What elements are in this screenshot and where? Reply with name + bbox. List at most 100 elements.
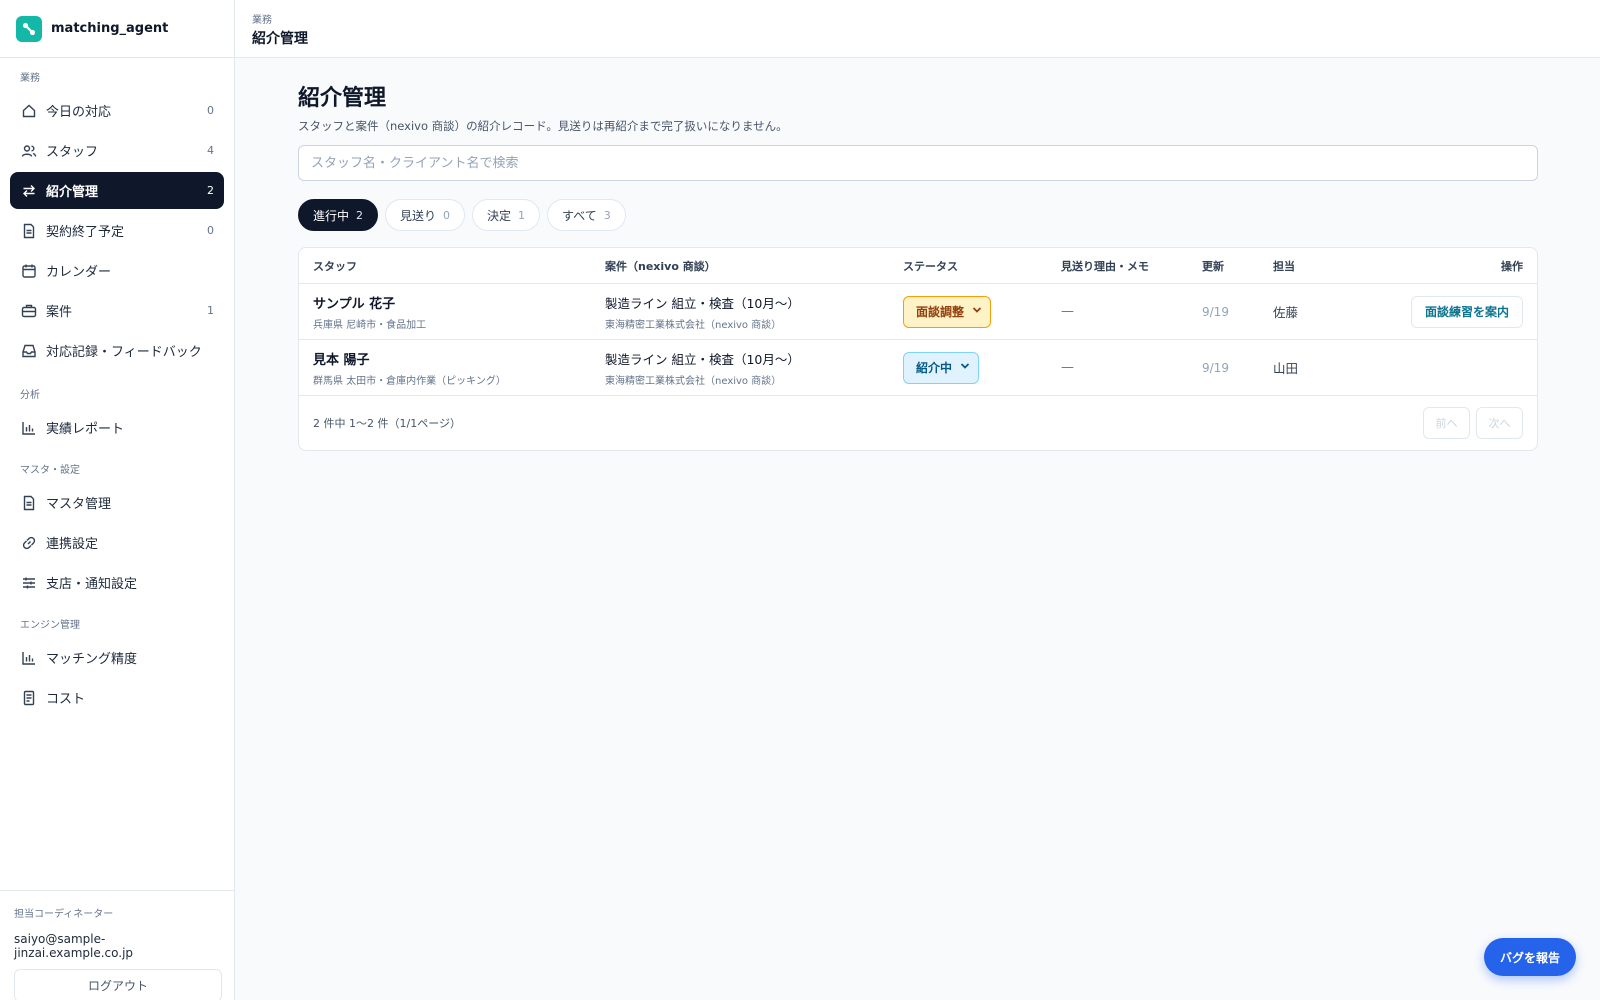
sidebar-item-label: 契約終了予定 [46, 225, 125, 240]
sidebar-item-contract-end[interactable]: 契約終了予定 0 [10, 212, 224, 249]
sidebar-item-cases[interactable]: 案件 1 [10, 292, 224, 329]
main-content: 紹介管理 スタッフと案件（nexivo 商談）の紹介レコード。見送りは再紹介まで… [298, 58, 1538, 451]
column-header-actions: 操作 [1501, 259, 1523, 273]
app-logo-icon [16, 15, 42, 42]
sidebar-item-label: 支店・通知設定 [46, 577, 138, 592]
filter-count: 2 [356, 208, 364, 222]
table-footer: 2 件中 1〜2 件（1/1ページ） 前へ 次へ [299, 396, 1537, 450]
sidebar-item-cost[interactable]: コスト [10, 679, 224, 716]
document-icon [20, 494, 38, 512]
staff-name[interactable]: サンプル 花子 [313, 293, 605, 312]
nav-section-master-settings: マスタ・設定 [20, 465, 80, 476]
sidebar-item-performance-report[interactable]: 実績レポート [10, 409, 224, 446]
sidebar-item-records-feedback[interactable]: 対応記録・フィードバック [10, 332, 224, 369]
page-subtitle: スタッフと案件（nexivo 商談）の紹介レコード。見送りは再紹介まで完了扱いに… [298, 119, 788, 133]
nav-section-operations: 業務 [20, 73, 40, 84]
staff-cell: サンプル 花子 兵庫県 尼崎市・食品加工 [299, 293, 605, 331]
case-client: 東海精密工業株式会社（nexivo 商談） [605, 319, 782, 331]
sidebar-item-label: コスト [46, 692, 86, 707]
column-header-staff[interactable]: スタッフ [299, 258, 605, 274]
users-icon [20, 142, 38, 160]
filter-count: 3 [603, 208, 611, 222]
sidebar-item-label: 今日の対応 [46, 105, 112, 120]
document-icon [20, 222, 38, 240]
status-select[interactable]: 面談調整 [903, 295, 992, 328]
sidebar-item-label: マッチング精度 [46, 652, 138, 667]
column-header-case[interactable]: 案件（nexivo 商談） [605, 258, 903, 274]
status-cell: 紹介中 [903, 351, 1061, 384]
filter-in-progress[interactable]: 進行中 2 [298, 199, 379, 231]
referrals-table: スタッフ 案件（nexivo 商談） ステータス 見送り理由・メモ 更新 担当 … [298, 247, 1538, 451]
search-input[interactable] [298, 145, 1538, 181]
report-bug-button[interactable]: バグを報告 [1484, 938, 1576, 976]
filter-label: すべて [562, 208, 597, 223]
sidebar-item-label: カレンダー [46, 265, 112, 280]
sidebar-footer: 担当コーディネーター saiyo@sample-jinzai.example.c… [0, 890, 234, 1000]
filter-count: 0 [443, 208, 451, 222]
sidebar-item-label: マスタ管理 [46, 497, 112, 512]
owner-cell: 佐藤 [1273, 305, 1299, 320]
sidebar-item-count: 0 [207, 104, 214, 117]
sidebar-item-label: 対応記録・フィードバック [46, 345, 202, 360]
status-filter-tabs: 進行中 2 見送り 0 決定 1 すべて 3 [298, 199, 1538, 231]
column-header-owner[interactable]: 担当 [1273, 258, 1371, 274]
filter-decided[interactable]: 決定 1 [472, 199, 541, 231]
calendar-icon [20, 262, 38, 280]
sidebar-item-staff[interactable]: スタッフ 4 [10, 132, 224, 169]
actions-cell: 面談練習を案内 [1371, 295, 1537, 328]
interview-practice-button[interactable]: 面談練習を案内 [1410, 295, 1523, 328]
sidebar-item-label: スタッフ [46, 145, 99, 160]
sidebar-item-referrals[interactable]: 紹介管理 2 [10, 172, 224, 209]
sidebar-item-label: 連携設定 [46, 537, 99, 552]
sidebar-item-count: 4 [207, 144, 214, 157]
link-icon [20, 534, 38, 552]
sidebar-item-calendar[interactable]: カレンダー [10, 252, 224, 289]
staff-detail: 兵庫県 尼崎市・食品加工 [313, 319, 427, 331]
case-title[interactable]: 製造ライン 組立・検査（10月〜） [605, 293, 903, 312]
sidebar-item-count: 0 [207, 224, 214, 237]
sidebar-item-master-management[interactable]: マスタ管理 [10, 484, 224, 521]
bar-chart-icon [20, 419, 38, 437]
home-icon [20, 102, 38, 120]
status-value: 紹介中 [916, 361, 953, 375]
sidebar-item-branch-notification-settings[interactable]: 支店・通知設定 [10, 564, 224, 601]
column-header-status[interactable]: ステータス [903, 258, 1061, 274]
column-header-updated[interactable]: 更新 [1202, 258, 1273, 274]
case-title[interactable]: 製造ライン 組立・検査（10月〜） [605, 349, 903, 368]
staff-name[interactable]: 見本 陽子 [313, 349, 605, 368]
page-title: 紹介管理 [298, 86, 387, 111]
updated-cell: 9/19 [1202, 304, 1229, 319]
table-row[interactable]: サンプル 花子 兵庫県 尼崎市・食品加工 製造ライン 組立・検査（10月〜） 東… [299, 284, 1537, 340]
prev-page-button[interactable]: 前へ [1423, 407, 1470, 439]
user-email: saiyo@sample-jinzai.example.co.jp [14, 932, 134, 960]
column-header-memo[interactable]: 見送り理由・メモ [1061, 258, 1202, 274]
sidebar-item-label: 案件 [46, 305, 73, 320]
filter-declined[interactable]: 見送り 0 [385, 199, 466, 231]
sidebar-item-matching-accuracy[interactable]: マッチング精度 [10, 639, 224, 676]
table-row[interactable]: 見本 陽子 群馬県 太田市・倉庫内作業（ピッキング） 製造ライン 組立・検査（1… [299, 340, 1537, 396]
filter-label: 進行中 [313, 208, 350, 223]
staff-detail: 群馬県 太田市・倉庫内作業（ピッキング） [313, 375, 506, 387]
memo-cell: — [1061, 304, 1074, 319]
table-header: スタッフ 案件（nexivo 商談） ステータス 見送り理由・メモ 更新 担当 … [299, 248, 1537, 284]
coordinator-label: 担当コーディネーター [14, 909, 114, 920]
brand[interactable]: matching_agent [0, 0, 234, 58]
sidebar-item-count: 2 [207, 184, 214, 197]
owner-cell: 山田 [1273, 361, 1299, 376]
sidebar-item-count: 1 [207, 304, 214, 317]
staff-cell: 見本 陽子 群馬県 太田市・倉庫内作業（ピッキング） [299, 349, 605, 387]
nav-section-engine: エンジン管理 [20, 620, 80, 631]
case-cell: 製造ライン 組立・検査（10月〜） 東海精密工業株式会社（nexivo 商談） [605, 349, 903, 387]
status-select[interactable]: 紹介中 [903, 351, 980, 384]
breadcrumb-title: 紹介管理 [252, 31, 308, 47]
case-cell: 製造ライン 組立・検査（10月〜） 東海精密工業株式会社（nexivo 商談） [605, 293, 903, 331]
sidebar-item-today[interactable]: 今日の対応 0 [10, 92, 224, 129]
logout-button[interactable]: ログアウト [14, 969, 222, 1000]
filter-count: 1 [518, 208, 526, 222]
inbox-icon [20, 342, 38, 360]
filter-all[interactable]: すべて 3 [547, 199, 626, 231]
memo-cell: — [1061, 360, 1074, 375]
next-page-button[interactable]: 次へ [1476, 407, 1523, 439]
sidebar-item-integration-settings[interactable]: 連携設定 [10, 524, 224, 561]
bar-chart-icon [20, 649, 38, 667]
